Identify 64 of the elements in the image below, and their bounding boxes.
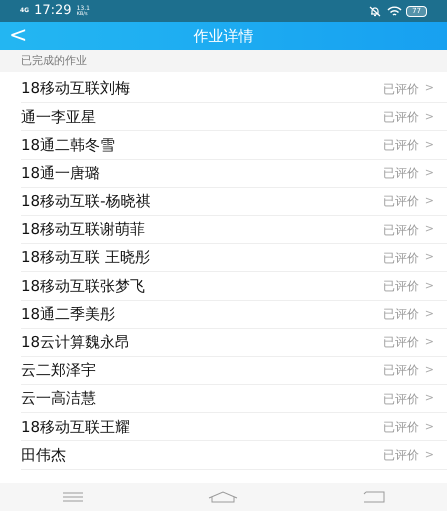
status-label: 已评价 — [382, 334, 419, 352]
chevron-icon: > — [424, 306, 434, 322]
student-name: 通一李亚星 — [21, 106, 97, 128]
status-label: 已评价 — [382, 108, 419, 126]
student-name: 18移动互联张梦飞 — [21, 276, 146, 297]
status-label: 已评价 — [382, 80, 419, 98]
status-label: 已评价 — [382, 222, 419, 239]
student-name: 18通二韩冬雪 — [21, 134, 116, 156]
list-item[interactable]: 18移动互联刘梅 已评价 > — [21, 75, 447, 104]
list-item[interactable]: 通一李亚星 已评价 > — [21, 103, 447, 132]
status-label: 已评价 — [382, 306, 419, 324]
list-item[interactable]: 18移动互联-杨晓祺 已评价 > — [21, 188, 447, 216]
chevron-icon: > — [424, 249, 434, 266]
chevron-icon: > — [424, 362, 434, 379]
list-item[interactable]: 18通二季美彤 已评价 > — [21, 300, 447, 329]
status-label: 已评价 — [382, 250, 419, 267]
student-name: 18云计算魏永昂 — [21, 332, 132, 354]
chevron-icon: > — [424, 136, 434, 154]
home-icon[interactable] — [208, 491, 238, 503]
list-item[interactable]: 18通一唐璐 已评价 > — [21, 160, 447, 188]
student-name: 18移动互联 王晓彤 — [21, 247, 151, 268]
status-label: 已评价 — [382, 362, 419, 380]
chevron-icon: > — [424, 390, 434, 407]
student-name: 18移动互联谢萌菲 — [21, 219, 146, 240]
chevron-icon: > — [424, 278, 434, 294]
status-label: 已评价 — [382, 278, 419, 295]
list-item[interactable]: 田伟杰 已评价 > — [21, 441, 447, 470]
student-name: 云二郑泽宇 — [21, 360, 97, 382]
student-name: 18移动互联王耀 — [21, 416, 132, 438]
list-item[interactable]: 云一高洁慧 已评价 > — [21, 385, 447, 414]
status-time: 17:29 — [34, 2, 72, 20]
list-item[interactable]: 18移动互联张梦飞 已评价 > — [21, 272, 447, 300]
status-label: 已评价 — [382, 136, 419, 154]
chevron-icon: > — [424, 418, 434, 436]
section-label: 已完成的作业 — [21, 52, 87, 69]
chevron-icon: > — [424, 108, 434, 126]
student-name: 18通二季美彤 — [21, 304, 116, 325]
chevron-icon: > — [424, 446, 434, 464]
status-label: 已评价 — [382, 165, 419, 182]
page-title: 作业详情 — [194, 26, 254, 47]
status-label: 已评价 — [382, 193, 419, 210]
student-name: 田伟杰 — [21, 444, 67, 466]
status-label: 已评价 — [382, 447, 419, 464]
list-item[interactable]: 18移动互联谢萌菲 已评价 > — [21, 216, 447, 244]
chevron-icon: > — [424, 193, 434, 210]
chevron-icon: > — [424, 80, 434, 97]
list-item[interactable]: 18通二韩冬雪 已评价 > — [21, 131, 447, 160]
student-name: 18移动互联刘梅 — [21, 78, 132, 100]
list-item[interactable]: 18移动互联 王晓彤 已评价 > — [21, 244, 447, 272]
chevron-icon: > — [424, 164, 434, 182]
list-item[interactable]: 18云计算魏永昂 已评价 > — [21, 328, 447, 357]
status-label: 已评价 — [382, 418, 419, 436]
student-name: 云一高洁慧 — [21, 388, 97, 410]
menu-icon[interactable] — [62, 492, 84, 502]
list-item[interactable]: 云二郑泽宇 已评价 > — [21, 356, 447, 386]
student-name: 18通一唐璐 — [21, 162, 102, 184]
chevron-icon: > — [424, 334, 434, 351]
chevron-icon: > — [424, 221, 434, 238]
status-label: 已评价 — [382, 390, 419, 408]
list-item[interactable]: 18移动互联王耀 已评价 > — [21, 413, 447, 442]
mute-icon — [369, 6, 382, 16]
student-name: 18移动互联-杨晓祺 — [21, 191, 152, 212]
back-nav-icon[interactable] — [362, 491, 385, 503]
wifi-icon — [387, 6, 402, 16]
